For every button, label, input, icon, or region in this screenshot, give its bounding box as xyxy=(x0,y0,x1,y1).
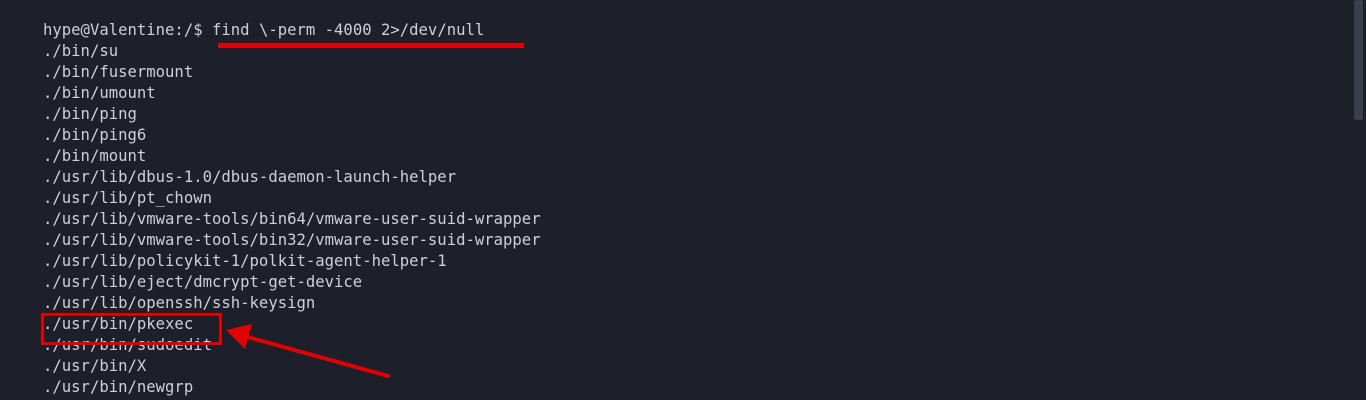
pkexec-highlight-box xyxy=(41,313,222,345)
output-line: ./usr/lib/vmware-tools/bin64/vmware-user… xyxy=(43,210,541,228)
output-line: ./usr/bin/X xyxy=(43,357,147,375)
command-text: find \-perm -4000 2>/dev/null xyxy=(212,21,485,39)
output-line: ./usr/lib/pt_chown xyxy=(43,189,212,207)
shell-prompt: hype@Valentine:/$ xyxy=(43,21,212,39)
output-line: ./usr/lib/vmware-tools/bin32/vmware-user… xyxy=(43,231,541,249)
output-line: ./bin/ping xyxy=(43,105,137,123)
output-line: ./bin/mount xyxy=(43,147,147,165)
scrollbar[interactable] xyxy=(1354,0,1366,400)
output-line: ./bin/umount xyxy=(43,84,156,102)
output-line: ./usr/lib/dbus-1.0/dbus-daemon-launch-he… xyxy=(43,168,457,186)
terminal-window[interactable]: hype@Valentine:/$ find \-perm -4000 2>/d… xyxy=(0,0,1366,400)
output-line: ./usr/lib/openssh/ssh-keysign xyxy=(43,294,316,312)
scrollbar-thumb[interactable] xyxy=(1354,0,1363,120)
command-line: hype@Valentine:/$ find \-perm -4000 2>/d… xyxy=(43,20,541,41)
output-line: ./bin/ping6 xyxy=(43,126,147,144)
command-underline-annotation xyxy=(218,43,524,48)
output-line: ./usr/lib/eject/dmcrypt-get-device xyxy=(43,273,363,291)
output-line: ./usr/bin/newgrp xyxy=(43,378,194,396)
output-line: ./bin/fusermount xyxy=(43,63,194,81)
output-line: ./usr/lib/policykit-1/polkit-agent-helpe… xyxy=(43,252,447,270)
